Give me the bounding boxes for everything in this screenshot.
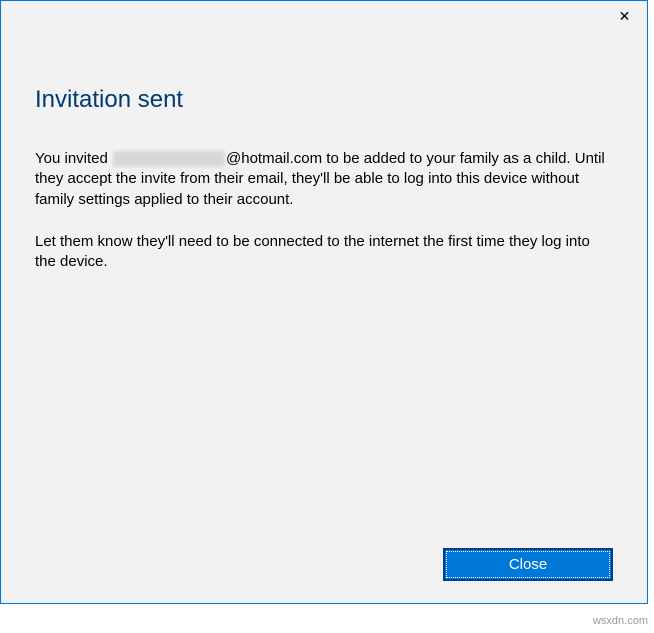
invitation-dialog: ✕ Invitation sent You invited @hotmail.c… — [0, 0, 648, 604]
para1-email-domain: @hotmail.com — [226, 150, 322, 167]
close-button[interactable]: Close — [443, 548, 613, 581]
titlebar: ✕ — [1, 1, 647, 31]
close-icon[interactable]: ✕ — [602, 1, 647, 31]
invitation-paragraph-1: You invited @hotmail.com to be added to … — [35, 149, 613, 210]
para1-prefix: You invited — [35, 150, 112, 167]
invitation-paragraph-2: Let them know they'll need to be connect… — [35, 232, 613, 273]
dialog-content: Invitation sent You invited @hotmail.com… — [1, 31, 647, 272]
dialog-footer: Close — [443, 548, 613, 581]
watermark: wsxdn.com — [593, 615, 648, 627]
dialog-heading: Invitation sent — [35, 86, 613, 114]
redacted-email-user — [113, 151, 225, 167]
